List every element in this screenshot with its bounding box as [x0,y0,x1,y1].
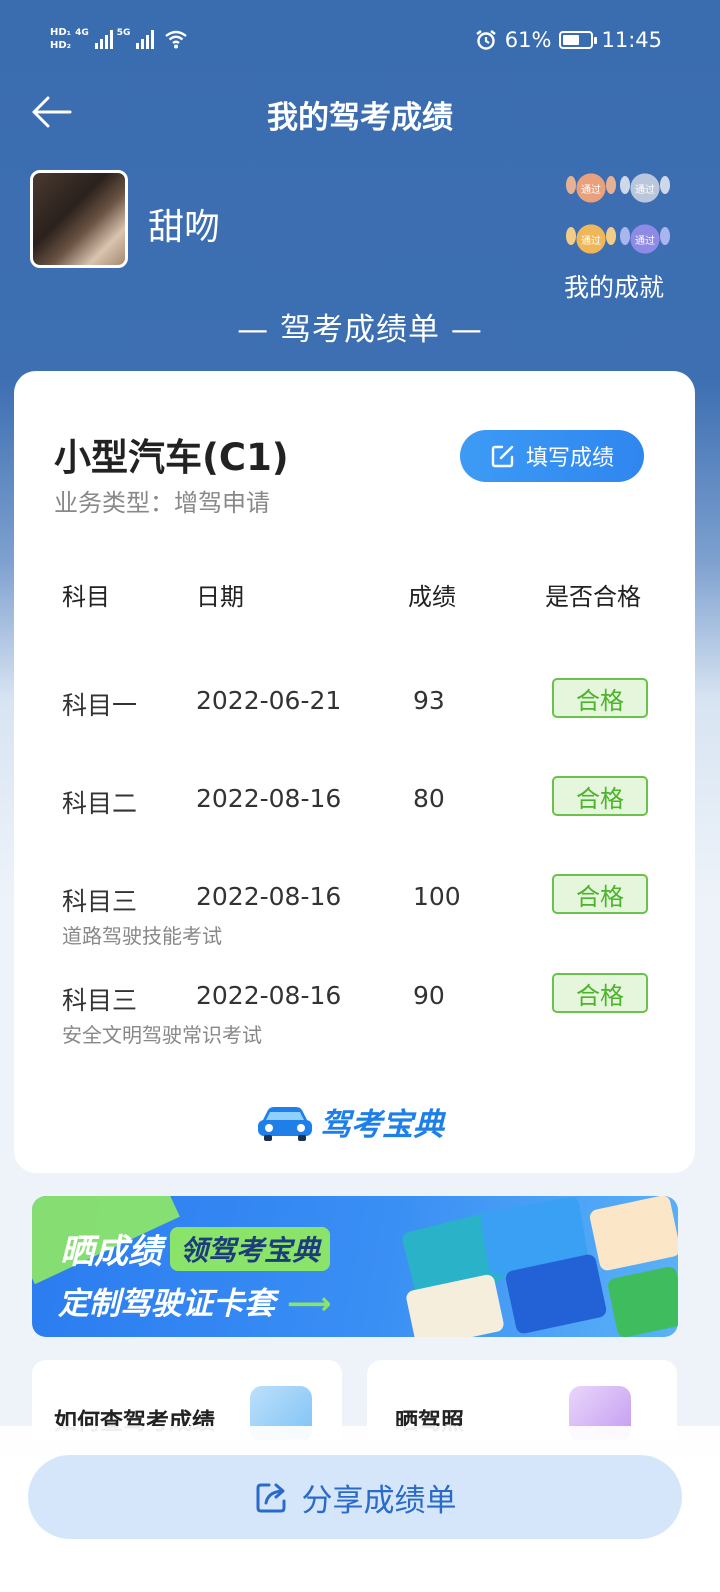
banner-subtitle-text: 定制驾驶证卡套 [58,1286,275,1322]
column-header-subject: 科目 [62,583,110,611]
signal-icon [94,29,113,49]
share-icon [256,1483,285,1513]
fill-score-button[interactable]: 填写成绩 [460,430,644,482]
row-subject: 科目一 [62,691,138,720]
net2-label: 5G [116,28,131,38]
row-note: 安全文明驾驶常识考试 [62,1023,262,1047]
row-subject: 科目三 [62,887,138,916]
clock: 11:45 [601,28,662,52]
row-score: 90 [413,981,445,1010]
column-header-date: 日期 [196,583,244,611]
fill-score-label: 填写成绩 [525,446,614,471]
row-date: 2022-08-16 [196,784,342,813]
license-class: 小型汽车(C1) [54,436,289,479]
column-header-score: 成绩 [408,583,456,611]
banner-pill: 领驾考宝典 [170,1226,331,1271]
hd1-label: HD₁ [50,27,72,38]
table-row: 科目三 2022-08-16 100 合格 道路驾驶技能考试 [14,874,695,972]
medal-badge: 通过 [620,168,670,208]
pass-badge: 合格 [552,973,648,1013]
alarm-icon [476,30,496,50]
car-logo-icon [258,1106,312,1141]
page-title: 我的驾考成绩 [267,100,453,136]
banner-subtitle: 定制驾驶证卡套 ⟶ [58,1278,331,1323]
share-button-label: 分享成绩单 [301,1482,457,1519]
column-header-pass: 是否合格 [545,583,641,611]
table-row: 科目二 2022-08-16 80 合格 [14,776,695,874]
report-heading: — 驾考成绩单 — [237,312,483,348]
hd-indicator: HD₁ HD₂ [50,26,71,52]
wifi-icon [165,30,188,49]
card-sleeve-image [606,1265,678,1337]
pass-badge: 合格 [552,678,648,718]
avatar[interactable] [30,170,128,268]
medal-badge: 通过 [566,168,616,208]
row-subject: 科目三 [62,986,138,1015]
row-score: 100 [413,882,461,911]
username: 甜吻 [148,207,221,248]
score-card: 小型汽车(C1) 业务类型：增驾申请 填写成绩 科目 日期 成绩 是否合格 科目… [14,371,695,1173]
signal-icon [136,29,155,49]
share-button[interactable]: 分享成绩单 [28,1455,682,1539]
status-right: 61% 11:45 [475,28,662,52]
medal-badge: 通过 [566,219,616,259]
business-type: 业务类型：增驾申请 [54,489,270,517]
row-score: 93 [413,686,445,715]
table-row: 科目一 2022-06-21 93 合格 [14,678,695,776]
status-left: HD₁ HD₂ 4G 5G [50,26,188,52]
banner-line1: 晒成绩 领驾考宝典 [60,1224,331,1273]
edit-icon [491,445,514,468]
medal-badge: 通过 [620,219,670,259]
net1-label: 4G [75,28,89,38]
row-date: 2022-08-16 [196,882,342,911]
row-score: 80 [413,784,445,813]
hd2-label: HD₂ [50,40,72,51]
battery-icon [559,31,598,49]
card-sleeve-image [588,1196,678,1272]
medals-group[interactable]: 通过 通过 通过 通过 [566,168,670,260]
row-date: 2022-08-16 [196,981,342,1010]
logo-text: 驾考宝典 [320,1107,444,1143]
status-bar: HD₁ HD₂ 4G 5G 61% 11:45 [0,0,720,86]
achievements-link[interactable]: 我的成就 [564,268,664,304]
row-date: 2022-06-21 [196,686,342,715]
promo-banner[interactable]: 晒成绩 领驾考宝典 定制驾驶证卡套 ⟶ [32,1196,678,1337]
table-row: 科目三 2022-08-16 90 合格 安全文明驾驶常识考试 [14,973,695,1071]
pass-badge: 合格 [552,776,648,816]
app-logo: 驾考宝典 [256,1099,444,1144]
row-subject: 科目二 [62,789,138,818]
arrow-right-icon: ⟶ [287,1286,332,1322]
banner-title: 晒成绩 [60,1232,162,1272]
battery-fill [563,35,580,45]
row-note: 道路驾驶技能考试 [62,924,222,948]
pass-badge: 合格 [552,874,648,914]
battery-percent: 61% [504,28,552,52]
